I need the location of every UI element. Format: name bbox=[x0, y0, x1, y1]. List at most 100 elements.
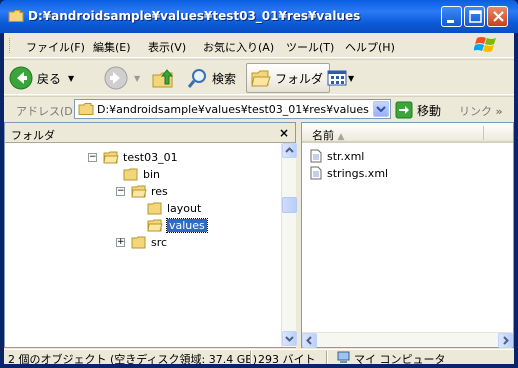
file-item-strings-xml[interactable]: strings.xml bbox=[310, 165, 388, 181]
open-folder-icon bbox=[103, 151, 119, 164]
forward-button[interactable]: ▼ bbox=[103, 63, 140, 93]
status-bar: 2 個のオブジェクト (空きディスク領域: 37.4 GB) 293 バイト マ… bbox=[4, 349, 514, 366]
file-list-pane: 名前 ▲ str.xml strings.xml bbox=[301, 122, 514, 348]
back-arrow-icon bbox=[9, 66, 33, 90]
maximize-icon bbox=[469, 10, 482, 23]
status-size: 293 バイト bbox=[258, 353, 316, 366]
go-button[interactable]: 移動 bbox=[395, 100, 441, 120]
tree-item-src[interactable]: src bbox=[131, 234, 167, 251]
collapse-toggle[interactable]: − bbox=[88, 153, 97, 162]
status-divider bbox=[326, 351, 328, 364]
sort-ascending-icon: ▲ bbox=[337, 132, 345, 142]
folder-icon bbox=[147, 202, 162, 215]
tree-item-label: layout bbox=[167, 202, 202, 215]
menu-file[interactable]: ファイル(F) bbox=[26, 39, 85, 55]
menu-view[interactable]: 表示(V) bbox=[148, 39, 186, 55]
views-grid-icon bbox=[327, 70, 347, 86]
file-name: strings.xml bbox=[327, 166, 389, 180]
back-label: 戻る bbox=[37, 71, 62, 86]
folder-icon bbox=[123, 168, 138, 181]
minimize-button[interactable] bbox=[441, 6, 462, 27]
menubar-grip[interactable] bbox=[9, 38, 12, 53]
xml-file-icon bbox=[310, 166, 322, 180]
column-header-name[interactable]: 名前 ▲ bbox=[312, 127, 344, 143]
collapse-toggle[interactable]: − bbox=[116, 187, 125, 196]
views-button[interactable]: ▼ bbox=[326, 63, 354, 93]
folder-vertical-scrollbar[interactable] bbox=[281, 143, 297, 347]
tree-item-label: src bbox=[151, 236, 168, 249]
menu-bar: ファイル(F) 編集(E) 表示(V) お気に入り(A) ツール(T) ヘルプ(… bbox=[4, 33, 514, 58]
standard-toolbar: 戻る ▼ ▼ 検索 フォルダ ▼ bbox=[4, 59, 514, 95]
search-button[interactable]: 検索 bbox=[186, 63, 236, 93]
tree-item-test03_01[interactable]: test03_01 bbox=[103, 149, 178, 166]
open-folder-icon bbox=[131, 185, 147, 198]
tree-item-bin[interactable]: bin bbox=[123, 166, 160, 183]
maximize-button[interactable] bbox=[464, 6, 485, 27]
close-button[interactable] bbox=[487, 6, 508, 27]
folders-button[interactable]: フォルダ bbox=[246, 63, 331, 93]
search-icon bbox=[187, 69, 206, 88]
chevron-down-icon bbox=[285, 336, 294, 342]
chevron-up-icon bbox=[285, 147, 294, 153]
status-divider bbox=[250, 351, 252, 364]
folder-pane-title: フォルダ bbox=[11, 129, 55, 142]
scroll-down-button[interactable] bbox=[282, 331, 297, 346]
column-name-label: 名前 bbox=[312, 129, 334, 142]
window-body: ファイル(F) 編集(E) 表示(V) お気に入り(A) ツール(T) ヘルプ(… bbox=[4, 33, 514, 366]
folder-icon bbox=[8, 10, 24, 22]
menu-tools[interactable]: ツール(T) bbox=[286, 39, 334, 55]
back-button[interactable]: 戻る ▼ bbox=[8, 63, 74, 93]
explorer-window: D:¥androidsample¥values¥test03_01¥res¥va… bbox=[0, 0, 518, 368]
address-bar: アドレス(D) D:¥androidsample¥values¥test03_0… bbox=[4, 96, 514, 121]
folder-tree: − test03_01 bin − res layout values + sr… bbox=[5, 143, 281, 347]
scroll-up-button[interactable] bbox=[282, 143, 297, 158]
status-object-count: 2 個のオブジェクト (空きディスク領域: 37.4 GB) bbox=[8, 353, 258, 366]
file-name: str.xml bbox=[327, 149, 365, 163]
open-folder-icon bbox=[147, 219, 163, 232]
chevron-left-icon bbox=[306, 336, 312, 345]
window-title: D:¥androidsample¥values¥test03_01¥res¥va… bbox=[28, 9, 361, 23]
tree-item-label-selected: values bbox=[166, 218, 208, 233]
up-folder-icon bbox=[152, 69, 174, 88]
back-dropdown-icon[interactable]: ▼ bbox=[68, 74, 74, 83]
address-input[interactable]: D:¥androidsample¥values¥test03_01¥res¥va… bbox=[74, 99, 391, 119]
chevron-down-icon bbox=[376, 106, 386, 113]
tree-item-values[interactable]: values bbox=[147, 217, 208, 234]
scroll-left-button[interactable] bbox=[302, 333, 317, 348]
minimize-icon bbox=[447, 20, 454, 23]
go-arrow-icon bbox=[395, 101, 413, 119]
file-item-str-xml[interactable]: str.xml bbox=[310, 148, 364, 164]
links-text: リンク bbox=[459, 105, 492, 118]
folder-icon bbox=[78, 103, 94, 115]
my-computer-icon bbox=[337, 351, 350, 363]
tree-item-layout[interactable]: layout bbox=[147, 200, 201, 217]
scroll-thumb[interactable] bbox=[282, 197, 297, 213]
file-horizontal-scrollbar[interactable] bbox=[302, 332, 513, 348]
up-folder-button[interactable] bbox=[151, 63, 175, 93]
search-label: 検索 bbox=[212, 71, 237, 86]
address-value: D:¥androidsample¥values¥test03_01¥res¥va… bbox=[97, 103, 369, 116]
title-bar[interactable]: D:¥androidsample¥values¥test03_01¥res¥va… bbox=[0, 0, 518, 33]
status-location: マイ コンピュータ bbox=[354, 353, 446, 366]
menu-favorites[interactable]: お気に入り(A) bbox=[203, 39, 274, 55]
address-label: アドレス(D) bbox=[16, 105, 78, 118]
folders-icon bbox=[251, 70, 271, 87]
windows-logo-icon bbox=[474, 37, 496, 52]
menu-help[interactable]: ヘルプ(H) bbox=[345, 39, 395, 55]
scroll-right-button[interactable] bbox=[498, 333, 513, 348]
address-dropdown-button[interactable] bbox=[373, 101, 389, 117]
views-dropdown-icon[interactable]: ▼ bbox=[348, 74, 354, 83]
chevron-right-icon bbox=[503, 336, 509, 345]
menu-edit[interactable]: 編集(E) bbox=[93, 39, 131, 55]
file-list-header: 名前 ▲ bbox=[302, 123, 513, 143]
tree-item-label: bin bbox=[143, 168, 161, 181]
forward-arrow-icon bbox=[104, 66, 128, 90]
expand-toggle[interactable]: + bbox=[116, 238, 125, 247]
links-label[interactable]: リンク » bbox=[459, 103, 503, 119]
folder-pane-close-button[interactable]: × bbox=[279, 126, 289, 140]
xml-file-icon bbox=[310, 149, 322, 163]
column-divider[interactable] bbox=[483, 126, 484, 140]
folders-label: フォルダ bbox=[275, 71, 324, 86]
forward-dropdown-icon[interactable]: ▼ bbox=[134, 74, 140, 83]
tree-item-res[interactable]: res bbox=[131, 183, 168, 200]
